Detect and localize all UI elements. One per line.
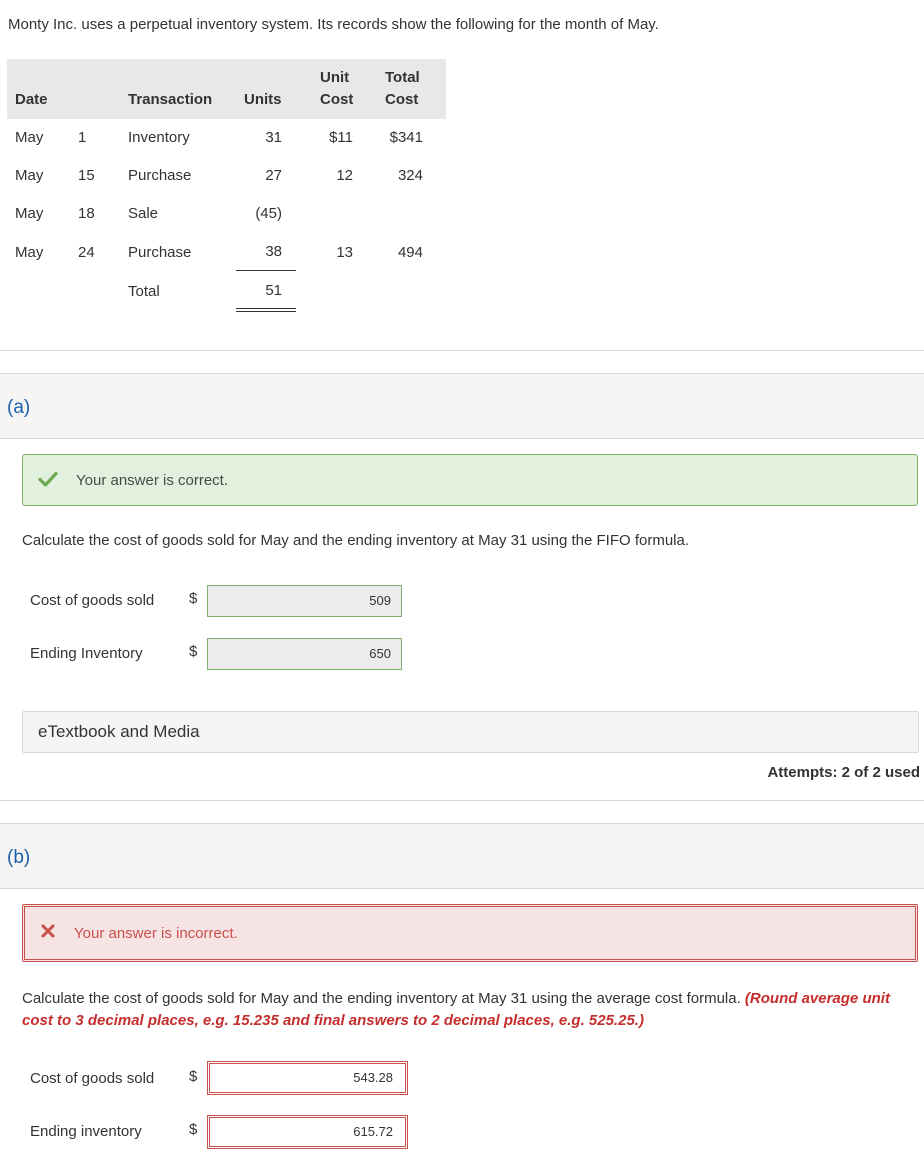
subtotal-rule: [236, 270, 296, 271]
header-total-cost-line2: Cost: [385, 91, 419, 108]
part-b-ending-currency: $: [189, 1121, 198, 1138]
incorrect-message: Your answer is incorrect.: [74, 925, 238, 942]
part-a-label: (a): [7, 397, 31, 418]
part-b-header: (b): [0, 823, 924, 889]
total-label: Total: [128, 283, 160, 300]
row1-month: May: [15, 129, 44, 146]
part-a-ending-currency: $: [189, 643, 198, 660]
part-b-ending-label: Ending inventory: [30, 1123, 142, 1140]
divider: [0, 350, 924, 351]
row1-day: 1: [78, 129, 87, 146]
header-unit-cost-line1: Unit: [320, 69, 350, 86]
row1-units: 31: [265, 129, 282, 146]
row3-transaction: Sale: [128, 205, 159, 222]
total-double-rule-top: [236, 308, 296, 309]
correct-message: Your answer is correct.: [76, 472, 229, 489]
part-b-question: Calculate the cost of goods sold for May…: [22, 988, 917, 1032]
correct-answer-banner: Your answer is correct.: [22, 454, 918, 506]
row2-units: 27: [265, 167, 282, 184]
row4-day: 24: [78, 244, 95, 261]
part-a-ending-label: Ending Inventory: [30, 645, 143, 662]
part-b-cogs-label: Cost of goods sold: [30, 1070, 155, 1087]
incorrect-answer-banner: Your answer is incorrect.: [22, 904, 918, 962]
row4-unit-cost: 13: [336, 244, 353, 261]
part-b-cogs-currency: $: [189, 1068, 198, 1085]
check-icon: [38, 471, 58, 487]
part-b-question-text: Calculate the cost of goods sold for May…: [22, 990, 741, 1007]
header-unit-cost-line2: Cost: [320, 91, 354, 108]
row2-unit-cost: 12: [336, 167, 353, 184]
row2-day: 15: [78, 167, 95, 184]
header-units: Units: [244, 91, 282, 108]
row1-unit-cost: $11: [329, 129, 353, 146]
part-b-ending-field[interactable]: 615.72: [207, 1115, 408, 1149]
x-icon: [41, 924, 55, 938]
row3-month: May: [15, 205, 44, 222]
total-units: 51: [265, 282, 282, 299]
row4-total-cost: 494: [397, 244, 423, 261]
divider: [0, 800, 924, 801]
header-date: Date: [15, 91, 48, 108]
part-b-cogs-field[interactable]: 543.28: [207, 1061, 408, 1095]
part-a-cogs-label: Cost of goods sold: [30, 592, 155, 609]
row4-units: 38: [265, 243, 282, 260]
header-total-cost-line1: Total: [385, 69, 420, 86]
total-double-rule-bottom: [236, 311, 296, 312]
part-a-ending-field[interactable]: 650: [207, 638, 402, 670]
row4-month: May: [15, 244, 44, 261]
header-transaction: Transaction: [128, 91, 213, 108]
table-header: [7, 59, 446, 119]
part-a-cogs-field[interactable]: 509: [207, 585, 402, 617]
problem-intro: Monty Inc. uses a perpetual inventory sy…: [8, 16, 659, 33]
part-a-question: Calculate the cost of goods sold for May…: [22, 532, 690, 549]
row3-day: 18: [78, 205, 95, 222]
row1-total-cost: $341: [389, 129, 423, 146]
etextbook-media-button[interactable]: eTextbook and Media: [22, 711, 919, 753]
row2-total-cost: 324: [397, 167, 423, 184]
row2-month: May: [15, 167, 44, 184]
row2-transaction: Purchase: [128, 167, 192, 184]
part-a-cogs-currency: $: [189, 590, 198, 607]
part-b-label: (b): [7, 847, 31, 868]
row3-units: (45): [255, 205, 282, 222]
row1-transaction: Inventory: [128, 129, 190, 146]
attempts-counter: Attempts: 2 of 2 used: [767, 764, 920, 781]
part-a-header: (a): [0, 373, 924, 439]
row4-transaction: Purchase: [128, 244, 192, 261]
